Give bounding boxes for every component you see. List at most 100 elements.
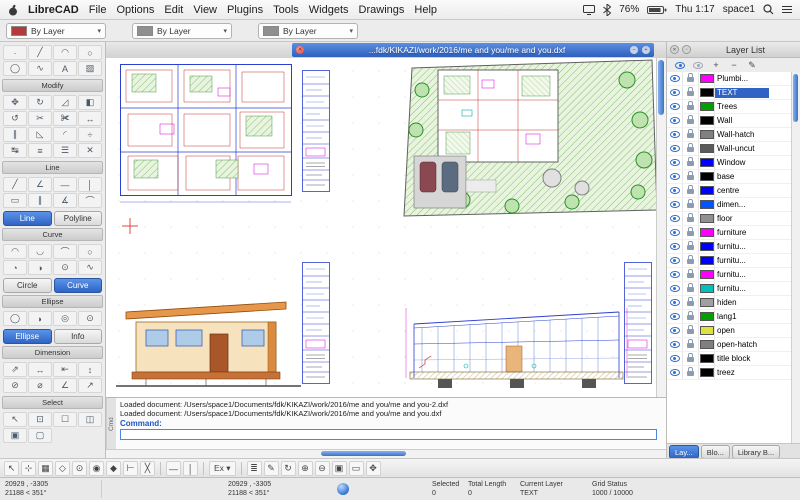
pen-pick-icon[interactable]: ✎ [264, 461, 279, 476]
layer-lock-cell[interactable] [683, 282, 699, 295]
layer-visible-cell[interactable] [667, 156, 683, 169]
layer-row[interactable]: Plumbi... [667, 72, 791, 86]
line-parallel-tool-icon[interactable]: ∥ [28, 193, 52, 208]
layer-lock-cell[interactable] [683, 128, 699, 141]
notification-center-icon[interactable] [782, 5, 792, 14]
offset-tool-icon[interactable]: ∥ [3, 127, 27, 142]
fillet-tool-icon[interactable]: ◜ [53, 127, 77, 142]
select-all-tool-icon[interactable]: ▣ [3, 428, 27, 443]
layer-visible-cell[interactable] [667, 128, 683, 141]
menu-item-options[interactable]: Options [116, 4, 154, 16]
snap-distance-icon[interactable]: ⊢ [123, 461, 138, 476]
snap-middle-icon[interactable]: ◆ [106, 461, 121, 476]
exclusive-snap-button[interactable]: Ex ▾ [209, 461, 236, 476]
circle-2points-tool-icon[interactable]: ◔ [3, 260, 27, 275]
zoom-auto-icon[interactable]: ▣ [332, 461, 347, 476]
layer-row[interactable]: furniture [667, 226, 791, 240]
add-layer-icon[interactable]: + [711, 60, 721, 70]
layer-visible-cell[interactable] [667, 282, 683, 295]
trim-tool-icon[interactable]: ✂ [28, 111, 52, 126]
tab-info[interactable]: Info [54, 329, 103, 344]
layer-row[interactable]: treez [667, 366, 791, 380]
snap-grid-icon[interactable]: ▦ [38, 461, 53, 476]
layer-lock-cell[interactable] [683, 198, 699, 211]
apple-menu-icon[interactable] [8, 4, 18, 16]
hatch-tool-icon[interactable]: ▨ [78, 61, 102, 76]
layer-lock-cell[interactable] [683, 324, 699, 337]
canvas-horizontal-scrollbar[interactable] [106, 449, 666, 458]
layer-color-cell[interactable] [699, 114, 715, 127]
circle-3points-tool-icon[interactable]: ◑ [28, 260, 52, 275]
arc-center-tool-icon[interactable]: ◠ [3, 244, 27, 259]
panel-close-icon[interactable]: ✕ [670, 45, 679, 54]
layer-color-cell[interactable] [699, 296, 715, 309]
freehand-tool-icon[interactable]: ∿ [78, 260, 102, 275]
menu-item-widgets[interactable]: Widgets [309, 4, 349, 16]
layer-row[interactable]: centre [667, 184, 791, 198]
layer-color-cell[interactable] [699, 212, 715, 225]
layer-visible-cell[interactable] [667, 310, 683, 323]
combo-pen-color[interactable]: By Layer▾ [6, 23, 106, 39]
properties-tool-icon[interactable]: ≡ [28, 143, 52, 158]
layer-row[interactable]: furnitu... [667, 268, 791, 282]
window-restore-icon[interactable]: + [642, 46, 650, 54]
layer-lock-cell[interactable] [683, 212, 699, 225]
layer-lock-cell[interactable] [683, 86, 699, 99]
layer-row[interactable]: TEXT [667, 86, 791, 100]
ellipse-center-tool-icon[interactable]: ⊙ [78, 311, 102, 326]
combo-pen-width[interactable]: By Layer▾ [132, 23, 232, 39]
snap-endpoint-icon[interactable]: ◇ [55, 461, 70, 476]
menubar-space-name[interactable]: space1 [723, 4, 755, 15]
bevel-tool-icon[interactable]: ◺ [28, 127, 52, 142]
layer-visible-cell[interactable] [667, 72, 683, 85]
dim-linear-tool-icon[interactable]: ↔ [28, 362, 52, 377]
layer-row[interactable]: Wall-uncut [667, 142, 791, 156]
layer-visible-cell[interactable] [667, 198, 683, 211]
layer-lock-cell[interactable] [683, 310, 699, 323]
move-rotate-tool-icon[interactable]: ↺ [3, 111, 27, 126]
remove-layer-icon[interactable]: − [729, 60, 739, 70]
dim-leader-tool-icon[interactable]: ↗ [78, 378, 102, 393]
tab-line[interactable]: Line [3, 211, 52, 226]
document-title-pill[interactable]: ✕ ...fdk/KIKAZI/work/2016/me and you/me … [292, 43, 654, 57]
menu-item-plugins[interactable]: Plugins [227, 4, 263, 16]
layer-lock-cell[interactable] [683, 268, 699, 281]
zoom-out-icon[interactable]: ⊖ [315, 461, 330, 476]
layer-lock-cell[interactable] [683, 100, 699, 113]
line-2points-tool-icon[interactable]: ╱ [3, 177, 27, 192]
arc-3points-tool-icon[interactable]: ◡ [28, 244, 52, 259]
delete-tool-icon[interactable]: ✕ [78, 143, 102, 158]
point-tool-icon[interactable]: · [3, 45, 27, 60]
layer-row[interactable]: open [667, 324, 791, 338]
layer-color-cell[interactable] [699, 324, 715, 337]
layer-color-cell[interactable] [699, 352, 715, 365]
layer-row[interactable]: dimen... [667, 198, 791, 212]
zoom-pan-icon[interactable]: ✥ [366, 461, 381, 476]
selection-pointer-icon[interactable]: ↖ [4, 461, 19, 476]
zoom-redraw-icon[interactable]: ↻ [281, 461, 296, 476]
layer-lock-cell[interactable] [683, 184, 699, 197]
layer-scroll-thumb[interactable] [793, 74, 798, 122]
line-bisector-tool-icon[interactable]: ∡ [53, 193, 77, 208]
layer-visible-cell[interactable] [667, 296, 683, 309]
arc-tool-icon[interactable]: ◠ [53, 45, 77, 60]
line-angle-tool-icon[interactable]: ∠ [28, 177, 52, 192]
ellipse-arc-tool-icon[interactable]: ◗ [28, 311, 52, 326]
lengthen-tool-icon[interactable]: ↔ [78, 111, 102, 126]
layer-color-cell[interactable] [699, 128, 715, 141]
layer-row[interactable]: furnitu... [667, 282, 791, 296]
circle-tool-icon[interactable]: ○ [78, 45, 102, 60]
restrict-horizontal-icon[interactable]: — [166, 461, 181, 476]
dock-tab-blo[interactable]: Blo... [701, 445, 730, 459]
display-icon[interactable] [583, 5, 595, 15]
window-close-icon[interactable]: ✕ [296, 46, 304, 54]
bluetooth-icon[interactable] [603, 4, 611, 16]
layer-color-cell[interactable] [699, 184, 715, 197]
layer-row[interactable]: Wall-hatch [667, 128, 791, 142]
draw-order-icon[interactable]: ≣ [247, 461, 262, 476]
layer-visible-cell[interactable] [667, 352, 683, 365]
combo-pen-linetype[interactable]: By Layer▾ [258, 23, 358, 39]
arc-tangent-tool-icon[interactable]: ⌒ [53, 244, 77, 259]
dim-horizontal-tool-icon[interactable]: ⇤ [53, 362, 77, 377]
menu-item-file[interactable]: File [89, 4, 107, 16]
